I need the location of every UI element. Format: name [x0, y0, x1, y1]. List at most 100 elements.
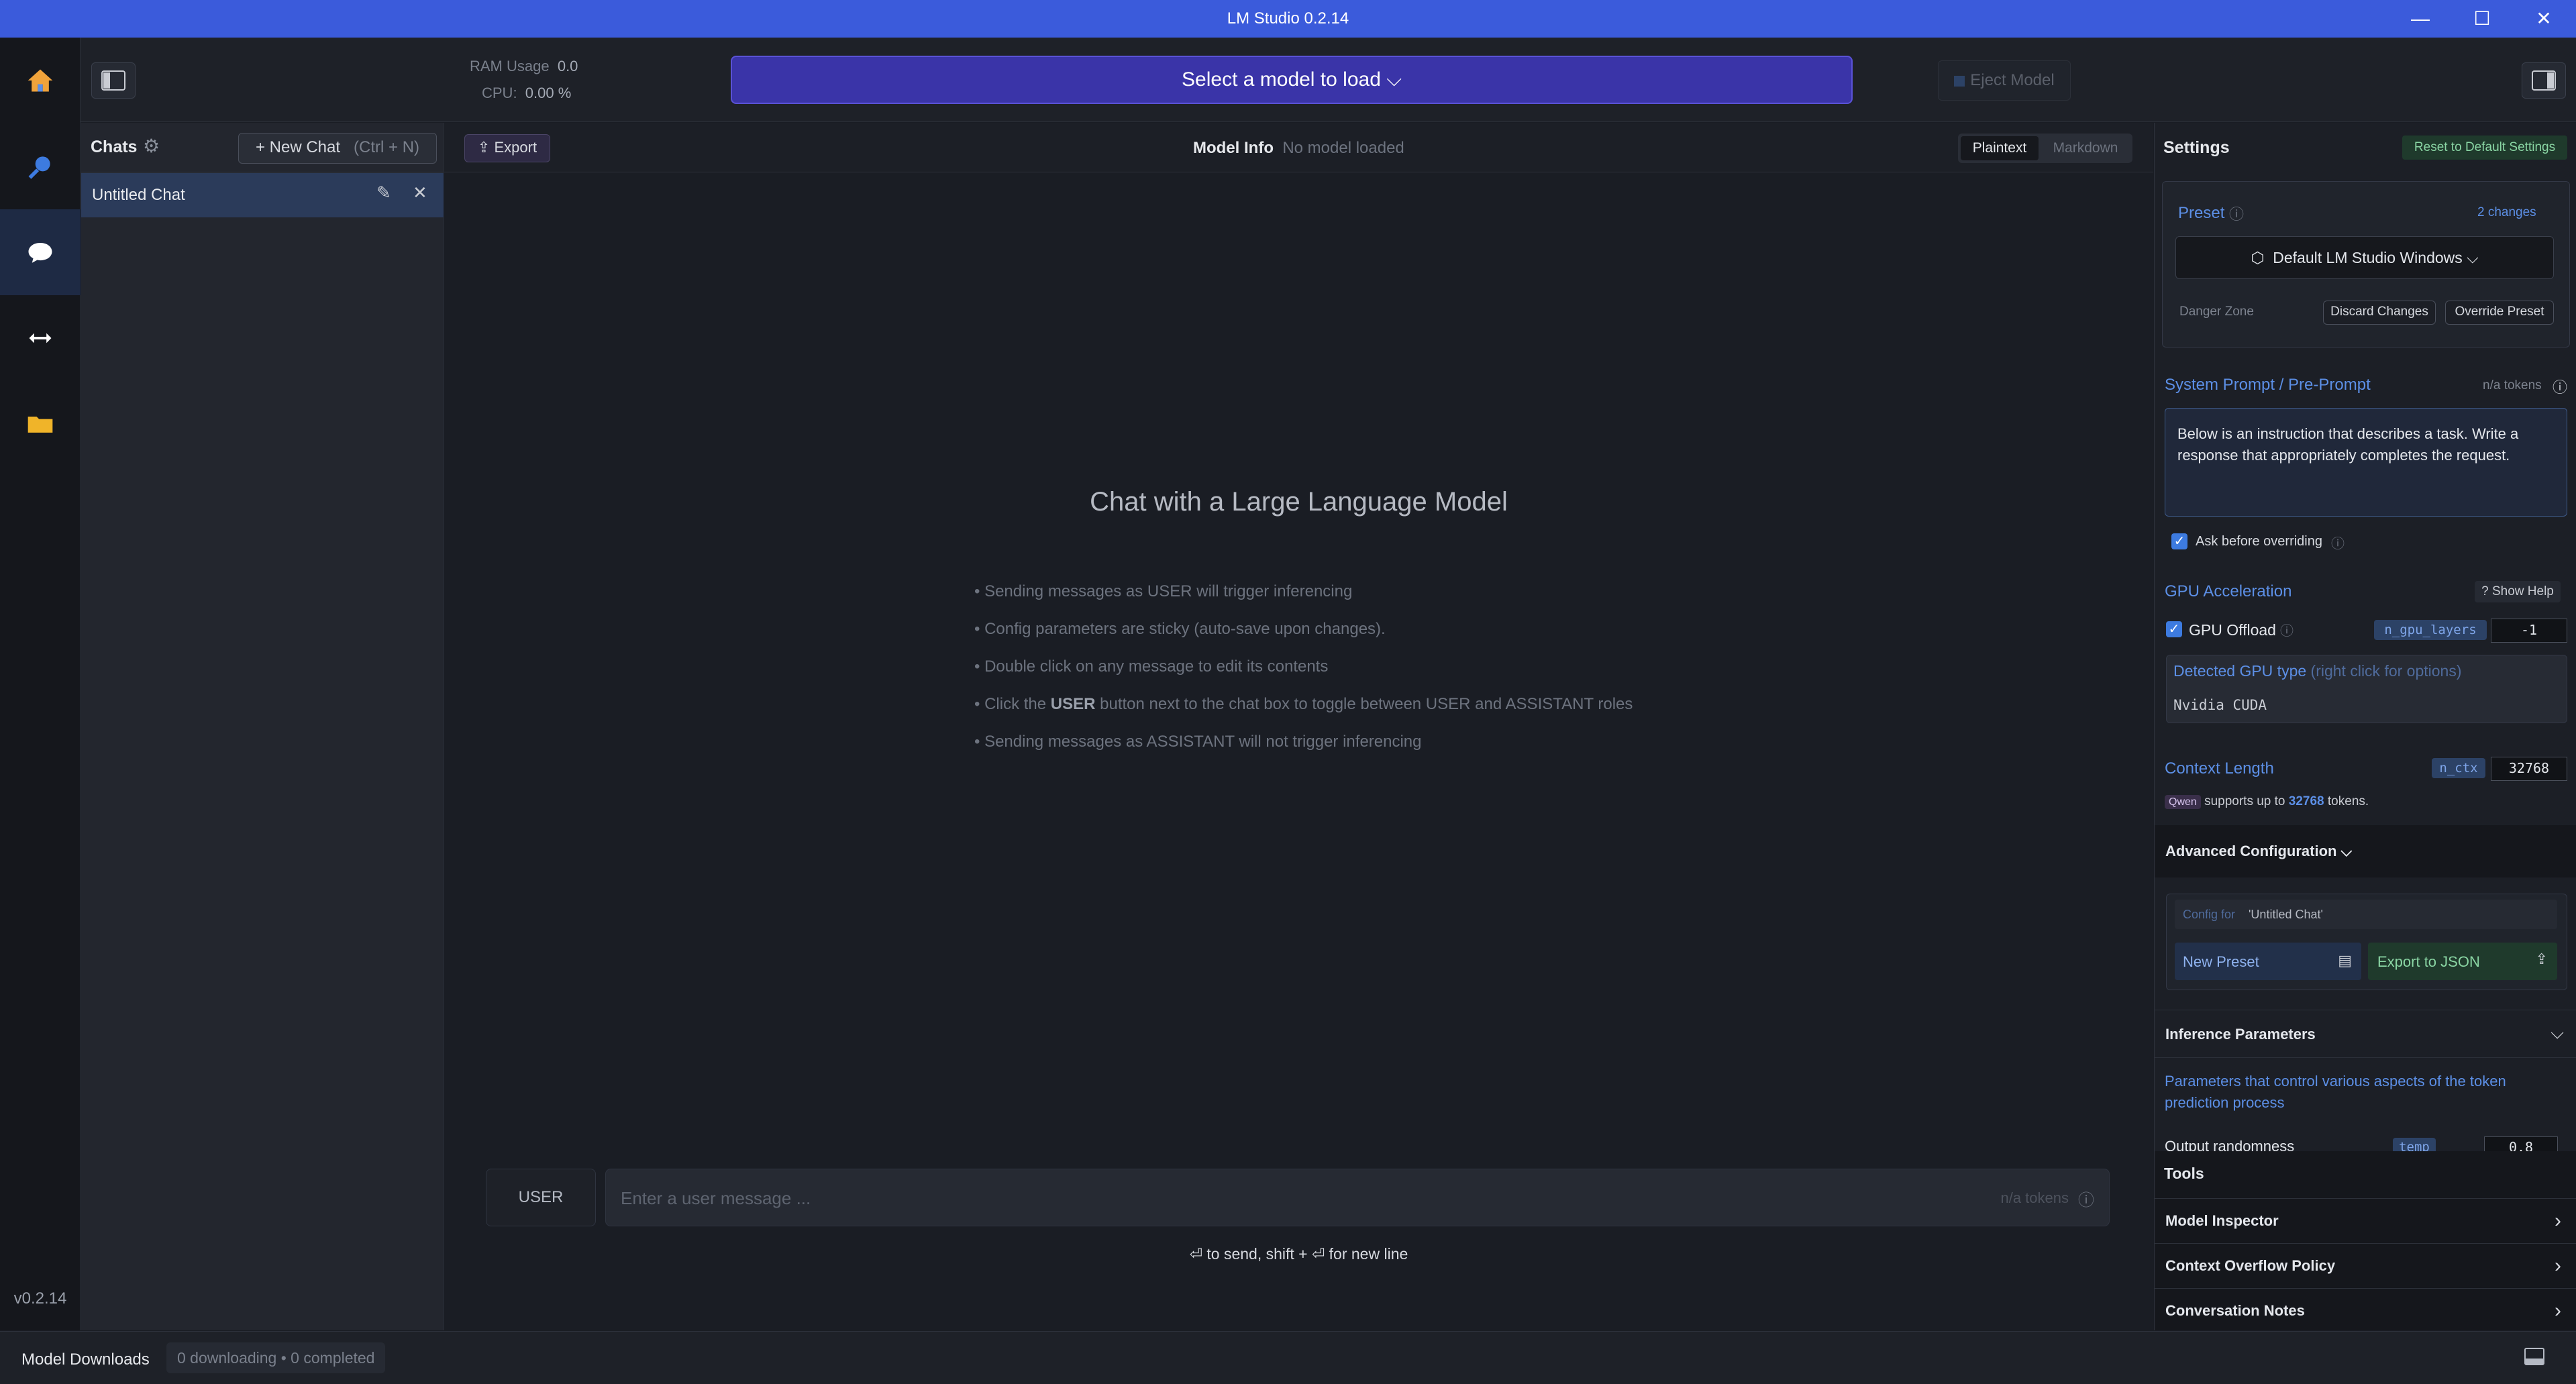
config-for-value: 'Untitled Chat'	[2249, 908, 2323, 921]
show-help-button[interactable]: ? Show Help	[2475, 581, 2561, 602]
discard-changes-button[interactable]: Discard Changes	[2323, 301, 2436, 325]
preset-value-text: Default LM Studio Windows ⌵	[2273, 249, 2479, 266]
gpu-acceleration-label: GPU Acceleration	[2165, 582, 2292, 600]
tool-model-inspector-label: Model Inspector	[2165, 1212, 2279, 1229]
model-info-label: Model Info	[1193, 139, 1274, 157]
advanced-config-header[interactable]: Advanced Configuration ⌵	[2155, 825, 2576, 877]
temp-input[interactable]: 0.8	[2484, 1136, 2558, 1151]
tip-4-suffix: button next to the chat box to toggle be…	[1095, 695, 1633, 713]
tip-4: • Click the USER button next to the chat…	[974, 695, 1633, 714]
preset-info-icon: ⓘ	[2229, 206, 2245, 223]
ctx-model-tag: Qwen	[2165, 795, 2201, 809]
cube-icon: ⬡	[2251, 249, 2265, 266]
title-bar: LM Studio 0.2.14 — ☐ ✕	[0, 0, 2576, 38]
tip-5: • Sending messages as ASSISTANT will not…	[974, 733, 1422, 751]
settings-title: Settings	[2163, 138, 2230, 157]
ram-usage: RAM Usage 0.0	[470, 58, 578, 75]
format-toggle: Plaintext Markdown	[1958, 134, 2132, 163]
select-model-button[interactable]: Select a model to load ⌵	[731, 56, 1853, 104]
context-length-input[interactable]: 32768	[2491, 757, 2567, 781]
app-version: v0.2.14	[13, 1289, 67, 1308]
chats-title: Chats	[91, 138, 138, 156]
inference-params-header[interactable]: Inference Parameters ⌵	[2155, 1010, 2576, 1058]
ram-label: RAM Usage	[470, 58, 550, 74]
chat-list-item[interactable]: Untitled Chat ✎ ✕	[81, 173, 444, 217]
detected-gpu-value: Nvidia CUDA	[2173, 697, 2267, 713]
message-input[interactable]: Enter a user message ... n/a tokens ⓘ	[605, 1169, 2110, 1226]
chats-settings-icon[interactable]: ⚙	[143, 135, 160, 157]
override-preset-button[interactable]: Override Preset	[2445, 301, 2554, 325]
ask-before-checkbox[interactable]: ✓	[2171, 533, 2187, 549]
gpu-offload-checkbox[interactable]: ✓	[2166, 621, 2182, 637]
reset-settings-button[interactable]: Reset to Default Settings	[2402, 136, 2567, 160]
bottom-bar: Model Downloads 0 downloading • 0 comple…	[0, 1331, 2576, 1384]
minimize-button[interactable]: —	[2390, 0, 2451, 38]
detected-gpu-heading: Detected GPU type (right click for optio…	[2173, 662, 2462, 680]
tool-context-overflow[interactable]: Context Overflow Policy ›	[2155, 1243, 2576, 1288]
export-json-label: Export to JSON	[2377, 953, 2480, 970]
message-placeholder: Enter a user message ...	[621, 1188, 811, 1208]
maximize-button[interactable]: ☐	[2452, 0, 2512, 38]
preset-select[interactable]: ⬡ Default LM Studio Windows ⌵	[2175, 236, 2554, 279]
ram-value: 0.0	[557, 58, 578, 74]
chat-item-label: Untitled Chat	[92, 186, 185, 204]
tip-1: • Sending messages as USER will trigger …	[974, 582, 1353, 600]
preset-changes[interactable]: 2 changes	[2477, 205, 2536, 220]
preset-label: Preset	[2178, 204, 2225, 222]
detected-gpu-label: Detected GPU type	[2173, 662, 2307, 680]
edit-icon[interactable]: ✎	[376, 182, 391, 203]
tools-label: Tools	[2164, 1165, 2204, 1182]
model-downloads-label[interactable]: Model Downloads	[21, 1350, 150, 1369]
chats-header: Chats ⚙ + New Chat (Ctrl + N)	[81, 123, 444, 172]
send-hint: ⏎ to send, shift + ⏎ for new line	[1189, 1245, 1408, 1263]
home-icon[interactable]	[0, 38, 81, 123]
new-preset-label: New Preset	[2183, 953, 2259, 970]
export-button[interactable]: ⇪ Export	[464, 134, 550, 162]
arrows-icon[interactable]	[0, 295, 81, 381]
search-icon[interactable]	[0, 123, 81, 209]
system-prompt-label: System Prompt / Pre-Prompt	[2165, 376, 2371, 394]
nav-rail	[0, 38, 81, 1330]
toggle-settings-button[interactable]	[2522, 62, 2566, 99]
advanced-config-label: Advanced Configuration ⌵	[2165, 843, 2353, 859]
chevron-right-icon: ›	[2555, 1255, 2561, 1277]
folder-icon[interactable]	[0, 381, 81, 467]
system-prompt-input[interactable]: Below is an instruction that describes a…	[2165, 408, 2567, 517]
role-toggle-button[interactable]: USER	[486, 1169, 596, 1226]
chat-icon[interactable]	[0, 209, 81, 295]
tab-plaintext[interactable]: Plaintext	[1961, 136, 2039, 160]
delete-chat-icon[interactable]: ✕	[413, 182, 427, 203]
message-tokens: n/a tokens	[2000, 1189, 2069, 1206]
tool-model-inspector[interactable]: Model Inspector ›	[2155, 1198, 2576, 1243]
inference-params-label: Inference Parameters	[2165, 1026, 2316, 1043]
inference-desc: Parameters that control various aspects …	[2165, 1073, 2506, 1111]
tool-conversation-notes[interactable]: Conversation Notes ›	[2155, 1288, 2576, 1331]
help-icon: ?	[2481, 584, 2489, 598]
n-ctx-tag: n_ctx	[2432, 758, 2485, 778]
tip-2: • Config parameters are sticky (auto-sav…	[974, 620, 1386, 638]
new-preset-button[interactable]: New Preset ▤	[2175, 943, 2361, 980]
upload-icon: ⇪	[2535, 951, 2548, 967]
context-support-note: Qwen supports up to 32768 tokens.	[2165, 794, 2369, 809]
show-help-label: Show Help	[2491, 584, 2554, 598]
eject-model-button[interactable]: Eject Model	[1938, 60, 2071, 101]
panel-toggle-icon[interactable]	[2524, 1348, 2544, 1365]
cpu-usage: CPU: 0.00 %	[482, 85, 571, 102]
chevron-down-icon: ⌵	[2551, 1022, 2564, 1043]
ctx-supports: supports up to	[2204, 794, 2285, 808]
gpu-layers-input[interactable]: -1	[2491, 619, 2567, 643]
close-button[interactable]: ✕	[2514, 0, 2574, 38]
export-json-button[interactable]: Export to JSON ⇪	[2368, 943, 2557, 980]
detected-gpu-box[interactable]: Detected GPU type (right click for optio…	[2166, 655, 2567, 723]
window-title: LM Studio 0.2.14	[1227, 9, 1349, 28]
ask-before-label: Ask before overriding	[2196, 534, 2322, 549]
toggle-sidebar-button[interactable]	[91, 62, 136, 99]
model-info: Model Info No model loaded	[1193, 139, 1404, 158]
tab-markdown[interactable]: Markdown	[2041, 136, 2130, 160]
temp-tag: temp	[2393, 1138, 2436, 1151]
eject-icon	[1954, 75, 1965, 87]
new-chat-button[interactable]: + New Chat (Ctrl + N)	[238, 133, 437, 164]
tool-context-overflow-label: Context Overflow Policy	[2165, 1257, 2336, 1274]
preset-value: ⬡ Default LM Studio Windows ⌵	[2176, 249, 2553, 267]
chevron-right-icon: ›	[2555, 1210, 2561, 1232]
